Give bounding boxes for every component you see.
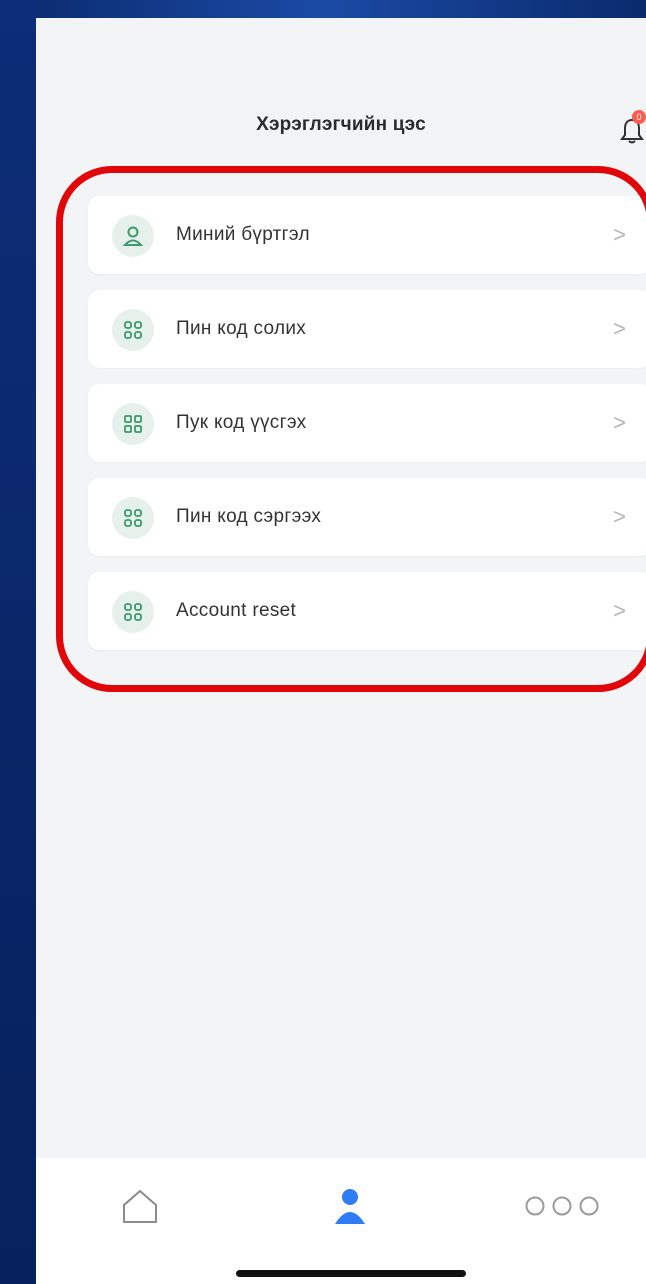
menu-item-change-pin[interactable]: Пин код солих > — [88, 290, 646, 368]
device-frame-left — [0, 0, 36, 1284]
menu-item-create-puk[interactable]: Пук код үүсгэх > — [88, 384, 646, 462]
chevron-right-icon: > — [613, 504, 626, 529]
bottom-tab-bar — [36, 1158, 646, 1284]
chevron-right-icon: > — [613, 222, 626, 247]
menu-item-account-reset[interactable]: Account reset > — [88, 572, 646, 650]
chevron-right-icon: > — [613, 598, 626, 623]
user-icon — [112, 215, 154, 257]
header: Хэрэглэгчийн цэс 0 — [36, 18, 646, 178]
app-screen: Хэрэглэгчийн цэс 0 Миний бүртгэл > Пин к… — [36, 18, 646, 1284]
menu-item-label: Пин код сэргээх — [176, 506, 322, 527]
notification-badge: 0 — [632, 110, 646, 124]
settings-menu-list: Миний бүртгэл > Пин код солих > Пук код … — [88, 196, 646, 666]
menu-item-my-registration[interactable]: Миний бүртгэл > — [88, 196, 646, 274]
tab-more[interactable] — [502, 1178, 622, 1238]
device-frame-top — [0, 0, 646, 18]
menu-item-label: Account reset — [176, 600, 297, 621]
grid-icon — [112, 591, 154, 633]
home-indicator[interactable] — [236, 1270, 466, 1277]
menu-item-label: Пук код үүсгэх — [176, 412, 307, 433]
menu-item-label: Пин код солих — [176, 318, 307, 339]
tab-profile[interactable] — [290, 1178, 410, 1238]
grid-icon — [112, 497, 154, 539]
more-icon — [517, 1191, 607, 1226]
chevron-right-icon: > — [613, 316, 626, 341]
menu-item-label: Миний бүртгэл — [176, 224, 310, 245]
grid-icon — [112, 403, 154, 445]
grid-icon — [112, 309, 154, 351]
home-icon — [120, 1186, 160, 1231]
profile-icon — [333, 1186, 367, 1231]
page-title: Хэрэглэгчийн цэс — [256, 114, 426, 135]
tab-home[interactable] — [80, 1178, 200, 1238]
notification-bell-icon[interactable]: 0 — [620, 110, 646, 146]
menu-item-recover-pin[interactable]: Пин код сэргээх > — [88, 478, 646, 556]
chevron-right-icon: > — [613, 410, 626, 435]
